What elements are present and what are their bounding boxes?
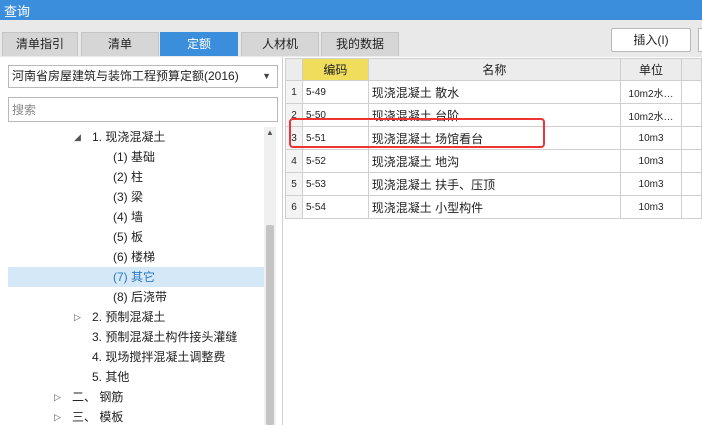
- quota-table-panel: 编码 名称 单位 1 5-49 现浇混凝土 散水 10m2水… 2 5-50 现…: [283, 57, 702, 425]
- quota-table: 编码 名称 单位 1 5-49 现浇混凝土 散水 10m2水… 2 5-50 现…: [285, 58, 702, 219]
- category-tree: ◢ 1. 现浇混凝土 (1) 基础 (2) 柱 (3) 梁 (4) 墙 (5) …: [8, 127, 264, 425]
- table-header-row: 编码 名称 单位: [285, 58, 702, 81]
- tab-my-data[interactable]: 我的数据: [321, 32, 399, 56]
- cell-name[interactable]: 现浇混凝土 扶手、压顶: [367, 172, 622, 196]
- table-row[interactable]: 1 5-49 现浇混凝土 散水 10m2水…: [285, 80, 702, 104]
- triangle-right-icon[interactable]: ▷: [74, 307, 81, 327]
- cell-unit[interactable]: 10m2水…: [620, 80, 683, 104]
- quota-dropdown-value: 河南省房屋建筑与装饰工程预算定额(2016): [12, 69, 239, 83]
- table-row[interactable]: 5 5-53 现浇混凝土 扶手、压顶 10m3: [285, 172, 702, 196]
- cell-extra[interactable]: [681, 172, 702, 196]
- tree-item-cast-in-place-concrete[interactable]: ◢ 1. 现浇混凝土: [8, 127, 264, 147]
- scroll-up-icon[interactable]: ▲: [264, 127, 276, 139]
- cell-name[interactable]: 现浇混凝土 地沟: [367, 149, 622, 173]
- cell-unit[interactable]: 10m3: [620, 149, 683, 173]
- cell-extra[interactable]: [681, 195, 702, 219]
- tree-item-others[interactable]: 5. 其他: [8, 367, 264, 387]
- tab-quota[interactable]: 定额: [160, 32, 238, 56]
- cell-unit[interactable]: 10m3: [620, 172, 683, 196]
- tree-item-stairs[interactable]: (6) 楼梯: [8, 247, 264, 267]
- tree-item-rebar[interactable]: ▷ 二、 钢筋: [8, 387, 264, 407]
- row-number: 6: [285, 195, 303, 219]
- cell-name[interactable]: 现浇混凝土 台阶: [367, 103, 622, 127]
- row-number: 4: [285, 149, 303, 173]
- cell-extra[interactable]: [681, 80, 702, 104]
- table-row[interactable]: 2 5-50 现浇混凝土 台阶 10m2水…: [285, 103, 702, 127]
- tab-list-guide[interactable]: 清单指引: [2, 32, 78, 56]
- chevron-down-icon: ▼: [262, 71, 271, 81]
- column-header-name[interactable]: 名称: [367, 58, 622, 81]
- table-row[interactable]: 3 5-51 现浇混凝土 场馆看台 10m3: [285, 126, 702, 150]
- left-panel: 河南省房屋建筑与装饰工程预算定额(2016) ▼ ◢ 1. 现浇混凝土 (1) …: [0, 57, 283, 425]
- tree-item-other-selected[interactable]: (7) 其它: [8, 267, 264, 287]
- cell-name[interactable]: 现浇混凝土 散水: [367, 80, 622, 104]
- cell-unit[interactable]: 10m2水…: [620, 103, 683, 127]
- column-header-code[interactable]: 编码: [301, 58, 369, 81]
- window-title: 查询: [4, 4, 31, 19]
- overflow-button[interactable]: [698, 28, 702, 52]
- tree-item-onsite-mixing-adjustment[interactable]: 4. 现场搅拌混凝土调整费: [8, 347, 264, 367]
- table-row[interactable]: 6 5-54 现浇混凝土 小型构件 10m3: [285, 195, 702, 219]
- cell-code[interactable]: 5-49: [301, 80, 369, 104]
- search-input[interactable]: [8, 97, 278, 122]
- tree-scrollbar[interactable]: ▲: [264, 127, 276, 425]
- tree-item-beam[interactable]: (3) 梁: [8, 187, 264, 207]
- cell-code[interactable]: 5-54: [301, 195, 369, 219]
- tree-item-slab[interactable]: (5) 板: [8, 227, 264, 247]
- tab-list[interactable]: 清单: [81, 32, 159, 56]
- triangle-down-icon[interactable]: ◢: [74, 127, 81, 147]
- cell-code[interactable]: 5-52: [301, 149, 369, 173]
- quota-dropdown[interactable]: 河南省房屋建筑与装饰工程预算定额(2016) ▼: [8, 65, 278, 88]
- tab-bar: 清单指引 清单 定额 人材机 我的数据: [0, 20, 702, 58]
- row-number: 5: [285, 172, 303, 196]
- tree-item-foundation[interactable]: (1) 基础: [8, 147, 264, 167]
- cell-extra[interactable]: [681, 126, 702, 150]
- cell-unit[interactable]: 10m3: [620, 126, 683, 150]
- cell-code[interactable]: 5-51: [301, 126, 369, 150]
- row-number-header: [285, 58, 303, 81]
- tree-item-precast-concrete[interactable]: ▷ 2. 预制混凝土: [8, 307, 264, 327]
- cell-name[interactable]: 现浇混凝土 小型构件: [367, 195, 622, 219]
- table-row[interactable]: 4 5-52 现浇混凝土 地沟 10m3: [285, 149, 702, 173]
- tree-item-wall[interactable]: (4) 墙: [8, 207, 264, 227]
- cell-unit[interactable]: 10m3: [620, 195, 683, 219]
- cell-extra[interactable]: [681, 149, 702, 173]
- column-header-unit[interactable]: 单位: [620, 58, 683, 81]
- cell-code[interactable]: 5-50: [301, 103, 369, 127]
- tab-materials[interactable]: 人材机: [241, 32, 319, 56]
- row-number: 3: [285, 126, 303, 150]
- cell-name[interactable]: 现浇混凝土 场馆看台: [367, 126, 622, 150]
- scrollbar-thumb[interactable]: [266, 225, 274, 425]
- title-bar: 查询: [0, 0, 702, 20]
- cell-extra[interactable]: [681, 103, 702, 127]
- insert-button[interactable]: 插入(I): [611, 28, 691, 52]
- tree-item-precast-joint-grouting[interactable]: 3. 预制混凝土构件接头灌缝: [8, 327, 264, 347]
- tree-item-post-cast-strip[interactable]: (8) 后浇带: [8, 287, 264, 307]
- triangle-right-icon[interactable]: ▷: [54, 407, 61, 425]
- column-header-extra[interactable]: [681, 58, 702, 81]
- cell-code[interactable]: 5-53: [301, 172, 369, 196]
- tree-item-column[interactable]: (2) 柱: [8, 167, 264, 187]
- triangle-right-icon[interactable]: ▷: [54, 387, 61, 407]
- tree-item-formwork[interactable]: ▷ 三、 模板: [8, 407, 264, 425]
- row-number: 2: [285, 103, 303, 127]
- row-number: 1: [285, 80, 303, 104]
